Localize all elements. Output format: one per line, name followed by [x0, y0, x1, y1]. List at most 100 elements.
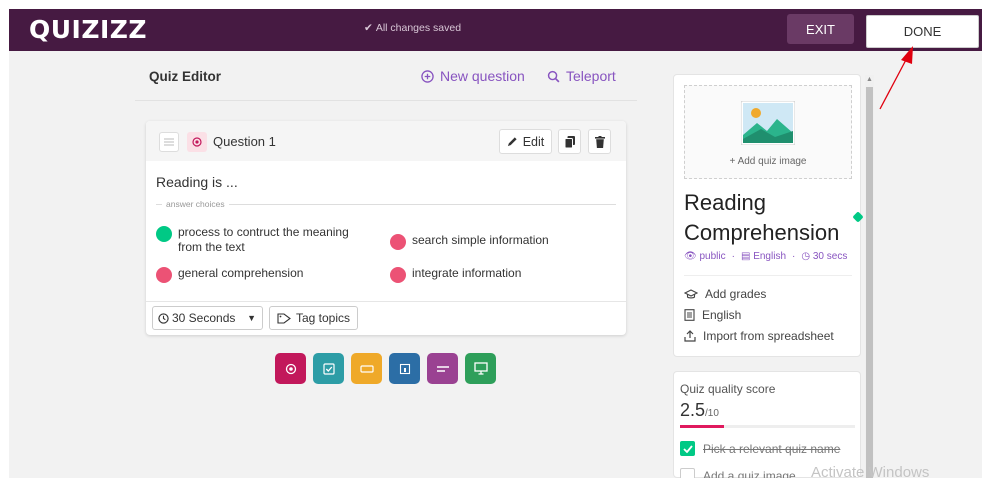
new-question-label: New question: [440, 68, 525, 84]
open-ended-icon: [436, 365, 449, 372]
quiz-meta: 👁 public · ▤ English · ◷ 30 secs: [684, 251, 848, 262]
add-grades-label: Add grades: [705, 287, 767, 301]
scrollbar-thumb[interactable]: [866, 87, 873, 478]
language-label: English: [702, 308, 742, 322]
answer-choices-label: answer choices: [166, 199, 225, 209]
tag-icon: [277, 312, 291, 324]
quiz-quality-panel: Quiz quality score 2.5/10 Pick a relevan…: [673, 371, 861, 478]
quiz-time: ◷ 30 secs: [801, 251, 848, 262]
add-multiple-choice-button[interactable]: [275, 353, 306, 384]
document-icon: [684, 309, 695, 321]
answer-text: integrate information: [412, 266, 522, 280]
language: ▤ English: [740, 251, 787, 262]
checkbox-unchecked[interactable]: [680, 468, 695, 478]
save-status: ✔ All changes saved: [364, 22, 461, 34]
add-checkbox-button[interactable]: [313, 353, 344, 384]
language-link[interactable]: English: [684, 308, 741, 322]
edit-button[interactable]: Edit: [499, 129, 552, 154]
drag-handle[interactable]: [159, 132, 179, 152]
save-status-text: All changes saved: [375, 22, 462, 34]
edit-label: Edit: [522, 134, 545, 149]
slide-icon: [473, 362, 488, 375]
answer-choice-2: search simple information: [390, 233, 610, 250]
import-label: Import from spreadsheet: [703, 329, 834, 343]
time-limit-select[interactable]: 30 Seconds ▼: [152, 306, 263, 330]
tag-topics-label: Tag topics: [295, 311, 351, 325]
quality-item-label: Pick a relevant quiz name: [703, 441, 841, 456]
quizizz-logo[interactable]: QUIZIZZ: [29, 15, 147, 44]
multiple-choice-icon: [285, 363, 296, 374]
divider: [684, 275, 852, 276]
add-grades-link[interactable]: Add grades: [684, 287, 766, 301]
scroll-up-icon[interactable]: ▲: [866, 76, 873, 83]
tag-topics-button[interactable]: Tag topics: [269, 306, 358, 330]
right-panel-scrollbar[interactable]: ▲: [865, 75, 874, 478]
quality-progress-fill: [680, 425, 724, 428]
answer-choice-1: process to contruct the meaning from the…: [156, 225, 366, 255]
incorrect-answer-icon: [156, 267, 172, 283]
quality-item-2[interactable]: Add a quiz image: [680, 468, 796, 478]
quiz-image-upload[interactable]: + Add quiz image: [684, 85, 852, 179]
add-fill-blank-button[interactable]: [351, 353, 382, 384]
clock-icon: [158, 312, 169, 324]
image-placeholder-icon: [741, 101, 795, 145]
editor-header: Quiz Editor New question Teleport: [135, 51, 637, 101]
question-text: Reading is ...: [156, 174, 238, 190]
quality-score: 2.5/10: [680, 400, 719, 420]
quality-progress-bar: [680, 425, 855, 428]
quality-title: Quiz quality score: [680, 382, 776, 396]
visibility: 👁 public: [684, 251, 726, 262]
menu-icon: [164, 138, 174, 146]
clock-icon: ◷: [801, 251, 811, 262]
check-icon: [682, 444, 693, 453]
incorrect-answer-icon: [390, 267, 406, 283]
question-card-header: Question 1 Edit: [146, 121, 626, 161]
answer-text: search simple information: [412, 233, 549, 247]
question-type-toolbar: [275, 353, 496, 384]
add-poll-button[interactable]: [389, 353, 420, 384]
new-question-button[interactable]: New question: [421, 68, 525, 84]
exit-button[interactable]: EXIT: [787, 14, 854, 44]
multiple-choice-icon: [192, 137, 202, 147]
poll-icon: [399, 363, 410, 374]
quality-item-label: Add a quiz image: [703, 468, 796, 478]
question-card: Question 1 Edit Reading is ... answer ch…: [146, 121, 626, 335]
quiz-name[interactable]: Reading Comprehension: [684, 188, 856, 248]
answer-choice-4: integrate information: [390, 266, 610, 283]
main-area: Quiz Editor New question Teleport Questi…: [9, 51, 982, 478]
pencil-icon: [507, 137, 517, 147]
time-limit-value: 30 Seconds: [172, 311, 236, 325]
add-slide-button[interactable]: [465, 353, 496, 384]
question-type-badge: [187, 132, 207, 152]
checkbox-icon: [322, 362, 335, 375]
question-card-footer: 30 Seconds ▼ Tag topics: [146, 301, 626, 335]
checkbox-checked[interactable]: [680, 441, 695, 456]
done-button[interactable]: DONE: [866, 15, 979, 48]
incorrect-answer-icon: [390, 234, 406, 250]
duplicate-button[interactable]: [558, 129, 581, 154]
teleport-button[interactable]: Teleport: [547, 68, 616, 84]
activate-windows-watermark: Activate Windows: [811, 464, 930, 478]
answer-text: process to contruct the meaning from the…: [178, 225, 349, 254]
answer-text: general comprehension: [178, 266, 304, 280]
delete-button[interactable]: [588, 129, 611, 154]
import-spreadsheet-link[interactable]: Import from spreadsheet: [684, 329, 834, 343]
book-icon: ▤: [740, 251, 751, 262]
trash-icon: [594, 135, 605, 148]
upload-icon: [684, 330, 696, 342]
add-quiz-image-label: + Add quiz image: [729, 156, 807, 167]
search-icon: [547, 70, 560, 82]
question-label: Question 1: [213, 134, 276, 149]
graduation-cap-icon: [684, 288, 698, 298]
eye-icon: 👁: [684, 251, 697, 262]
quality-item-1[interactable]: Pick a relevant quiz name: [680, 441, 840, 456]
fill-blank-icon: [359, 364, 374, 373]
answer-choice-3: general comprehension: [156, 266, 366, 283]
correct-answer-icon: [156, 226, 172, 242]
quiz-settings-panel: + Add quiz image Reading Comprehension 👁…: [673, 74, 864, 357]
teleport-label: Teleport: [566, 68, 616, 84]
add-open-ended-button[interactable]: [427, 353, 458, 384]
plus-circle-icon: [421, 69, 434, 83]
check-icon: ✔: [364, 22, 373, 34]
top-bar: QUIZIZZ ✔ All changes saved EXIT DONE: [9, 9, 982, 51]
